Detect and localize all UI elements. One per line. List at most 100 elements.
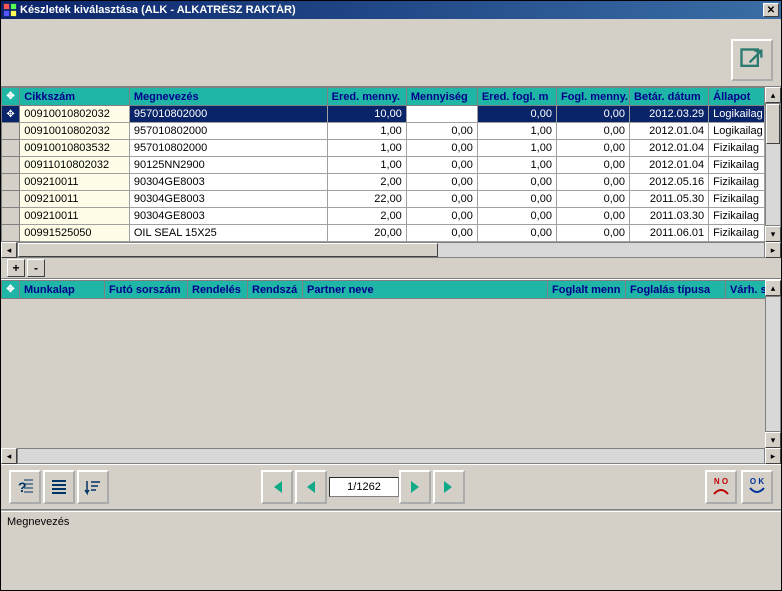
cell-allapot: Fizikailag [709, 225, 765, 242]
cell-megnevezes: 957010802000 [129, 123, 327, 140]
reservation-grid: ✥ Munkalap Futó sorszám Rendelés Rendszá… [1, 279, 781, 464]
page-indicator[interactable] [329, 477, 399, 497]
table-row[interactable]: 00921001190304GE80032,000,000,000,002012… [2, 174, 765, 191]
hdr2-munkalap[interactable]: Munkalap [20, 281, 105, 299]
row-indicator [2, 225, 20, 242]
hdr-cikkszam[interactable]: Cikkszám [20, 88, 130, 106]
export-button[interactable] [731, 39, 773, 81]
scroll-right-icon[interactable]: ▸ [765, 242, 781, 258]
reservation-vscroll[interactable]: ▴ ▾ [765, 280, 781, 448]
cell-mennyiseg: 0,00 [406, 157, 477, 174]
sort-icon [83, 477, 103, 497]
hdr-megnevezes[interactable]: Megnevezés [129, 88, 327, 106]
reservation-hscroll[interactable]: ◂ ▸ [1, 448, 781, 464]
table-row[interactable]: ✥0091001080203295701080200010,0010,000,0… [2, 106, 765, 123]
row-indicator: ✥ [2, 106, 20, 123]
app-icon [3, 3, 17, 17]
frown-icon [712, 486, 730, 496]
hdr2-fogltipus[interactable]: Foglalás típusa [626, 281, 726, 299]
table-row[interactable]: 00921001190304GE80032,000,000,000,002011… [2, 208, 765, 225]
table-row[interactable]: 009100108035329570108020001,000,001,000,… [2, 140, 765, 157]
scroll-right-icon[interactable]: ▸ [765, 448, 781, 464]
scroll-up-icon[interactable]: ▴ [765, 87, 781, 103]
status-bar: Megnevezés [1, 510, 781, 532]
scroll-up-icon[interactable]: ▴ [765, 280, 781, 296]
cell-megnevezes: 90304GE8003 [129, 208, 327, 225]
cell-cikkszam: 009210011 [20, 208, 130, 225]
table-row[interactable]: 0091101080203290125NN29001,000,001,000,0… [2, 157, 765, 174]
cell-megnevezes: 957010802000 [129, 106, 327, 123]
scroll-left-icon[interactable]: ◂ [1, 242, 17, 258]
hdr-indicator[interactable]: ✥ [2, 88, 20, 106]
prev-page-button[interactable] [295, 470, 327, 504]
reservation-grid-body[interactable]: ✥ Munkalap Futó sorszám Rendelés Rendszá… [1, 280, 765, 448]
last-page-button[interactable] [433, 470, 465, 504]
stock-header-row: ✥ Cikkszám Megnevezés Ered. menny. Menny… [2, 88, 765, 106]
remove-button[interactable]: - [27, 259, 45, 277]
hdr2-indicator[interactable]: ✥ [2, 281, 20, 299]
scroll-left-icon[interactable]: ◂ [1, 448, 17, 464]
hdr-betar-datum[interactable]: Betár. dátum [630, 88, 709, 106]
cell-allapot: Logikailag [709, 123, 765, 140]
hdr2-rendeles[interactable]: Rendelés [188, 281, 248, 299]
stock-hthumb[interactable] [18, 243, 438, 257]
list-button[interactable] [43, 470, 75, 504]
row-indicator [2, 174, 20, 191]
cell-fogl-menny: 0,00 [556, 157, 629, 174]
cell-ered-fogl: 0,00 [477, 208, 556, 225]
cell-allapot: Fizikailag [709, 208, 765, 225]
ok-button[interactable]: O K [741, 470, 773, 504]
cell-betar-datum: 2012.05.16 [630, 174, 709, 191]
sort-button[interactable] [77, 470, 109, 504]
cell-mennyiseg: 0,00 [406, 208, 477, 225]
stock-grid-body[interactable]: ✥ Cikkszám Megnevezés Ered. menny. Menny… [1, 87, 765, 242]
close-button[interactable]: ✕ [763, 3, 779, 17]
table-row[interactable]: 009100108020329570108020001,000,001,000,… [2, 123, 765, 140]
cell-ered-menny: 1,00 [327, 157, 406, 174]
first-page-button[interactable] [261, 470, 293, 504]
row-indicator [2, 157, 20, 174]
hdr-ered-menny[interactable]: Ered. menny. [327, 88, 406, 106]
hdr-mennyiseg[interactable]: Mennyiség [406, 88, 477, 106]
cell-cikkszam: 00910010802032 [20, 123, 130, 140]
cell-mennyiseg: 0,00 [406, 225, 477, 242]
hdr2-partner[interactable]: Partner neve [303, 281, 548, 299]
hdr2-varh[interactable]: Várh. sz [726, 281, 766, 299]
cell-ered-fogl: 0,00 [477, 106, 556, 123]
no-button[interactable]: N O [705, 470, 737, 504]
last-icon [439, 477, 459, 497]
stock-hscroll[interactable]: ◂ ▸ [1, 242, 781, 258]
row-indicator [2, 208, 20, 225]
cell-cikkszam: 00910010802032 [20, 106, 130, 123]
cell-fogl-menny: 0,00 [556, 140, 629, 157]
hdr2-rendszam[interactable]: Rendszá [248, 281, 303, 299]
cell-megnevezes: 90125NN2900 [129, 157, 327, 174]
hdr-fogl-menny[interactable]: Fogl. menny. [556, 88, 629, 106]
stock-vscroll[interactable]: ▴ ▾ [765, 87, 781, 242]
table-row[interactable]: 00991525050OIL SEAL 15X2520,000,000,000,… [2, 225, 765, 242]
scroll-down-icon[interactable]: ▾ [765, 432, 781, 448]
add-button[interactable]: + [7, 259, 25, 277]
next-page-button[interactable] [399, 470, 431, 504]
hdr-ered-fogl[interactable]: Ered. fogl. m [477, 88, 556, 106]
table-row[interactable]: 00921001190304GE800322,000,000,000,00201… [2, 191, 765, 208]
cell-ered-fogl: 1,00 [477, 123, 556, 140]
export-icon [738, 46, 766, 74]
reservation-table: ✥ Munkalap Futó sorszám Rendelés Rendszá… [1, 280, 765, 299]
cell-allapot: Fizikailag [709, 140, 765, 157]
scroll-down-icon[interactable]: ▾ [765, 226, 781, 242]
cell-ered-menny: 2,00 [327, 174, 406, 191]
stock-vthumb[interactable] [766, 104, 780, 144]
cell-ered-fogl: 1,00 [477, 140, 556, 157]
cell-betar-datum: 2011.05.30 [630, 191, 709, 208]
cell-cikkszam: 00910010803532 [20, 140, 130, 157]
hdr2-futo[interactable]: Futó sorszám [105, 281, 188, 299]
cell-cikkszam: 009210011 [20, 174, 130, 191]
help-button[interactable]: ? [9, 470, 41, 504]
list-icon [49, 477, 69, 497]
cell-ered-menny: 22,00 [327, 191, 406, 208]
hdr2-foglalt[interactable]: Foglalt menn [548, 281, 626, 299]
cell-ered-fogl: 1,00 [477, 157, 556, 174]
stock-table: ✥ Cikkszám Megnevezés Ered. menny. Menny… [1, 87, 765, 242]
hdr-allapot[interactable]: Állapot [709, 88, 765, 106]
